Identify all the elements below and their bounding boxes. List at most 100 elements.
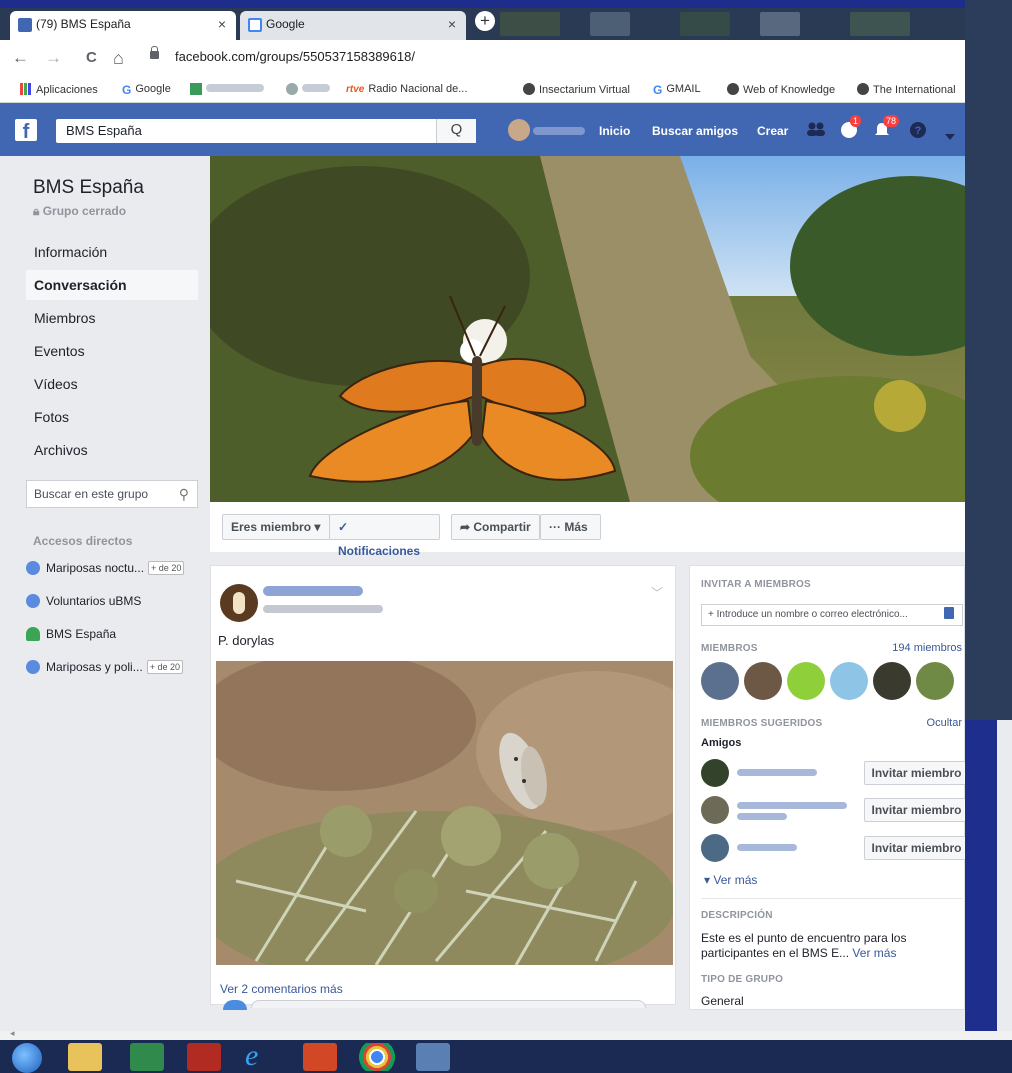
tab-google[interactable]: Google ×	[240, 11, 466, 40]
see-more-link[interactable]: ▾ Ver más	[704, 873, 757, 887]
member-avatar[interactable]	[873, 662, 911, 700]
member-avatar[interactable]	[744, 662, 782, 700]
sidebar-item-eventos[interactable]: Eventos	[26, 336, 198, 366]
member-avatar[interactable]	[787, 662, 825, 700]
profile-avatar[interactable]	[508, 119, 530, 141]
member-status-button[interactable]: Eres miembro ▾	[222, 514, 330, 540]
search-icon[interactable]: Q	[436, 119, 476, 143]
bookmark-web-of-knowledge[interactable]: Web of Knowledge	[727, 83, 835, 96]
sidebar-item-informacion[interactable]: Información	[26, 237, 198, 267]
commenter-avatar	[223, 1000, 247, 1010]
post-date-redacted[interactable]	[263, 605, 383, 613]
excel-icon[interactable]	[130, 1043, 164, 1071]
nav-buscar-amigos[interactable]: Buscar amigos	[652, 124, 738, 138]
sidebar-item-miembros[interactable]: Miembros	[26, 303, 198, 333]
hide-suggestions-link[interactable]: Ocultar	[927, 717, 962, 729]
sidebar-item-fotos[interactable]: Fotos	[26, 402, 198, 432]
author-name-redacted[interactable]	[263, 586, 363, 596]
view-more-comments-link[interactable]: Ver 2 comentarios más	[220, 982, 343, 996]
start-button-icon[interactable]	[12, 1043, 42, 1073]
group-info-panel: INVITAR A MIEMBROS + Introduce un nombre…	[689, 565, 969, 1010]
file-explorer-icon[interactable]	[68, 1043, 102, 1071]
google-favicon-icon	[248, 18, 262, 32]
more-button[interactable]: ··· Más	[540, 514, 601, 540]
share-button[interactable]: ➦ Compartir	[451, 514, 540, 540]
messenger-icon[interactable]: 1	[840, 115, 862, 139]
member-name-redacted[interactable]	[737, 844, 797, 851]
help-icon[interactable]: ?	[909, 121, 929, 139]
shortcut-bms-espana[interactable]: BMS España	[26, 623, 202, 645]
group-cover-photo[interactable]	[210, 156, 965, 502]
invite-member-button[interactable]: Invitar miembro	[864, 798, 969, 822]
home-icon[interactable]: ⌂	[113, 48, 124, 68]
new-tab-button[interactable]: +	[475, 11, 495, 31]
invite-member-input[interactable]: + Introduce un nombre o correo electróni…	[701, 604, 963, 626]
notifications-icon[interactable]: 78	[873, 115, 900, 139]
nav-inicio[interactable]: Inicio	[599, 124, 630, 138]
sidebar-item-videos[interactable]: Vídeos	[26, 369, 198, 399]
address-bar: ← → C ⌂ facebook.com/groups/550537158389…	[0, 40, 965, 77]
reload-icon[interactable]: C	[86, 48, 97, 68]
divider	[701, 898, 963, 899]
chrome-icon[interactable]	[358, 1043, 396, 1071]
shortcut-mariposas-nocturnas[interactable]: Mariposas noctu... + de 20	[26, 557, 202, 579]
folder-icon	[190, 83, 202, 95]
member-name-redacted[interactable]	[737, 769, 817, 776]
scroll-left-icon[interactable]: ◂	[10, 1028, 15, 1039]
bookmark-the-international[interactable]: The International	[857, 83, 956, 96]
member-avatar[interactable]	[916, 662, 954, 700]
notifications-button[interactable]: ✓ Notificaciones	[329, 514, 440, 558]
shortcut-mariposas-polinizadores[interactable]: Mariposas y poli... + de 20	[26, 656, 202, 678]
bookmark-google[interactable]: G Google	[122, 83, 171, 97]
bookmark-redacted[interactable]	[286, 83, 330, 96]
search-icon[interactable]: ⚲	[179, 481, 189, 507]
back-icon[interactable]: ←	[12, 48, 29, 68]
shortcut-voluntarios-ubms[interactable]: Voluntarios uBMS	[26, 590, 202, 612]
group-search-input[interactable]: Buscar en este grupo ⚲	[26, 480, 198, 508]
close-tab-icon[interactable]: ×	[218, 11, 226, 38]
members-heading: MIEMBROS	[701, 643, 758, 654]
paint-icon[interactable]	[416, 1043, 450, 1071]
friend-requests-icon[interactable]	[806, 121, 826, 139]
account-menu-icon[interactable]	[945, 127, 965, 145]
member-avatar[interactable]	[701, 662, 739, 700]
facebook-search-input[interactable]: BMS España Q	[56, 119, 476, 143]
member-avatar[interactable]	[701, 759, 729, 787]
group-type-value: General	[701, 994, 744, 1008]
bookmark-redacted[interactable]	[190, 83, 264, 96]
invite-member-button[interactable]: Invitar miembro	[864, 761, 969, 785]
group-action-bar: Eres miembro ▾ ✓ Notificaciones ➦ Compar…	[210, 502, 965, 558]
facebook-logo-icon[interactable]: f	[15, 119, 37, 143]
internet-explorer-icon[interactable]: e	[245, 1041, 279, 1071]
member-name-redacted[interactable]	[737, 802, 847, 809]
members-count-link[interactable]: 194 miembros	[892, 642, 962, 654]
description-see-more-link[interactable]: Ver más	[852, 946, 896, 960]
group-name[interactable]: BMS España	[33, 177, 144, 199]
horizontal-scrollbar[interactable]: ◂	[0, 1028, 1012, 1040]
forward-icon[interactable]: →	[45, 48, 62, 68]
powerpoint-icon[interactable]	[303, 1043, 337, 1071]
comment-input[interactable]	[251, 1000, 646, 1008]
post-photo[interactable]	[216, 661, 673, 965]
tab-facebook[interactable]: (79) BMS España ×	[10, 11, 236, 40]
member-avatar[interactable]	[701, 796, 729, 824]
chevron-down-icon[interactable]: ﹀	[651, 584, 663, 601]
member-avatar[interactable]	[830, 662, 868, 700]
sidebar-item-archivos[interactable]: Archivos	[26, 435, 198, 465]
sidebar-item-conversacion[interactable]: Conversación	[26, 270, 198, 300]
bookmark-gmail[interactable]: G GMAIL	[653, 83, 701, 97]
group-icon	[26, 660, 40, 674]
author-avatar[interactable]	[220, 584, 258, 622]
bookmark-apps[interactable]: Aplicaciones	[20, 83, 98, 96]
apps-icon	[20, 83, 32, 95]
url-field[interactable]: facebook.com/groups/550537158389618/	[175, 49, 415, 64]
invite-member-button[interactable]: Invitar miembro	[864, 836, 969, 860]
shortcuts-heading: Accesos directos	[33, 534, 133, 548]
acrobat-icon[interactable]	[187, 1043, 221, 1071]
profile-name-redacted[interactable]	[533, 127, 585, 135]
nav-crear[interactable]: Crear	[757, 124, 788, 138]
bookmark-insectarium[interactable]: Insectarium Virtual	[523, 83, 630, 96]
close-tab-icon[interactable]: ×	[448, 11, 456, 38]
member-avatar[interactable]	[701, 834, 729, 862]
bookmark-rtve[interactable]: rtve Radio Nacional de...	[346, 83, 467, 95]
